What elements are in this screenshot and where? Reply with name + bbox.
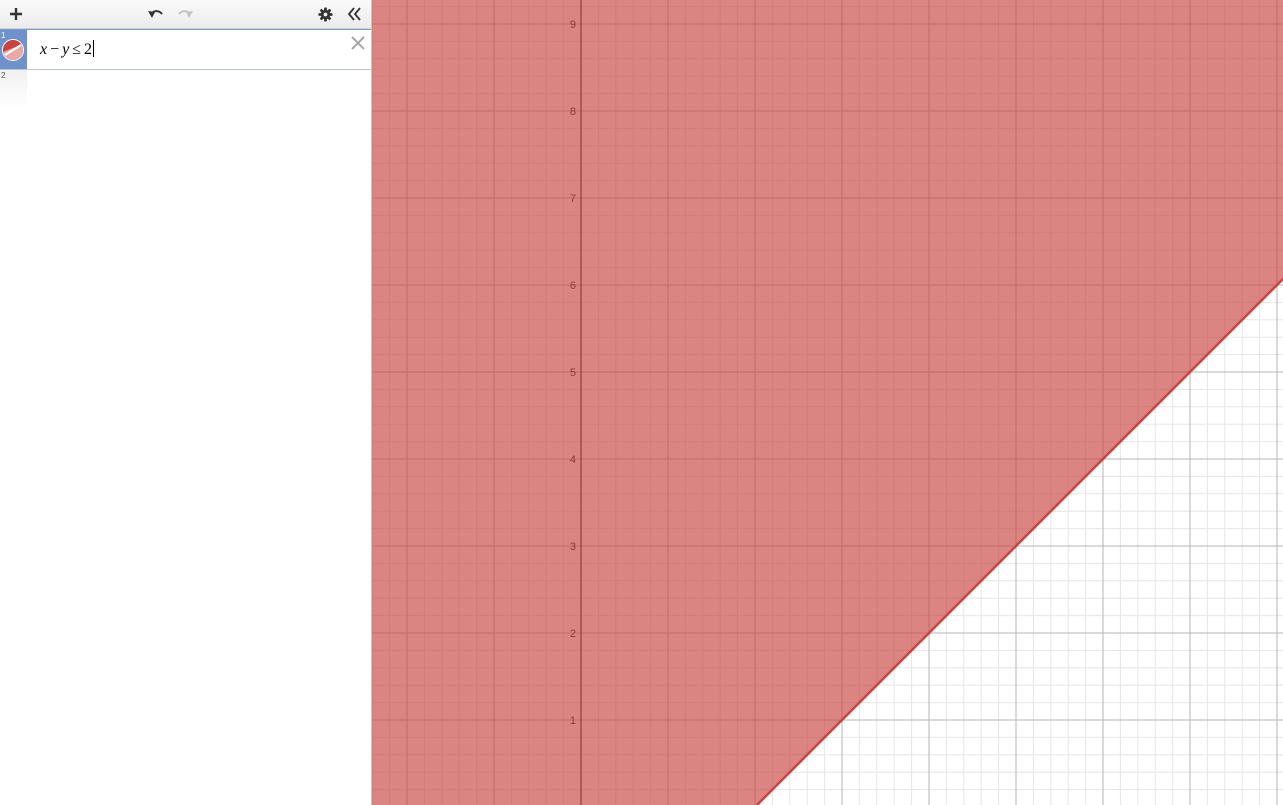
expression-list: 1 x − y ≤2 2 (0, 29, 371, 108)
expression-tab: 2 (0, 70, 27, 108)
expression-tab: 1 (0, 30, 27, 69)
relation-operator: ≤ (72, 41, 82, 58)
close-icon[interactable] (349, 34, 367, 52)
expression-input[interactable]: x − y ≤2 (40, 40, 95, 59)
expression-number: 2 (1, 71, 6, 80)
inequality-color-icon[interactable] (2, 39, 24, 61)
y-tick-label: 8 (570, 106, 576, 118)
plus-icon[interactable] (4, 0, 28, 28)
expression-item-2[interactable]: 2 (0, 70, 371, 108)
y-tick-label: 2 (570, 628, 576, 640)
variable-y: y (62, 41, 70, 58)
double-chevron-left-icon[interactable] (342, 0, 366, 28)
redo-icon[interactable] (173, 0, 197, 28)
y-tick-label: 1 (570, 715, 576, 727)
text-caret (93, 40, 95, 57)
y-tick-label: 6 (570, 280, 576, 292)
y-tick-label: 4 (570, 454, 576, 466)
rhs-value: 2 (84, 41, 93, 58)
expression-toolbar (0, 0, 371, 29)
variable-x: x (40, 41, 48, 58)
expression-number: 1 (1, 31, 6, 40)
undo-icon[interactable] (144, 0, 168, 28)
gear-icon[interactable] (314, 0, 336, 28)
expression-panel: 1 x − y ≤2 2 (0, 0, 372, 805)
minus-operator: − (50, 41, 60, 58)
expression-item-1[interactable]: 1 x − y ≤2 (0, 29, 371, 70)
y-tick-label: 3 (570, 541, 576, 553)
y-tick-label: 5 (570, 367, 576, 379)
y-tick-label: 9 (570, 19, 576, 31)
y-tick-label: 7 (570, 193, 576, 205)
